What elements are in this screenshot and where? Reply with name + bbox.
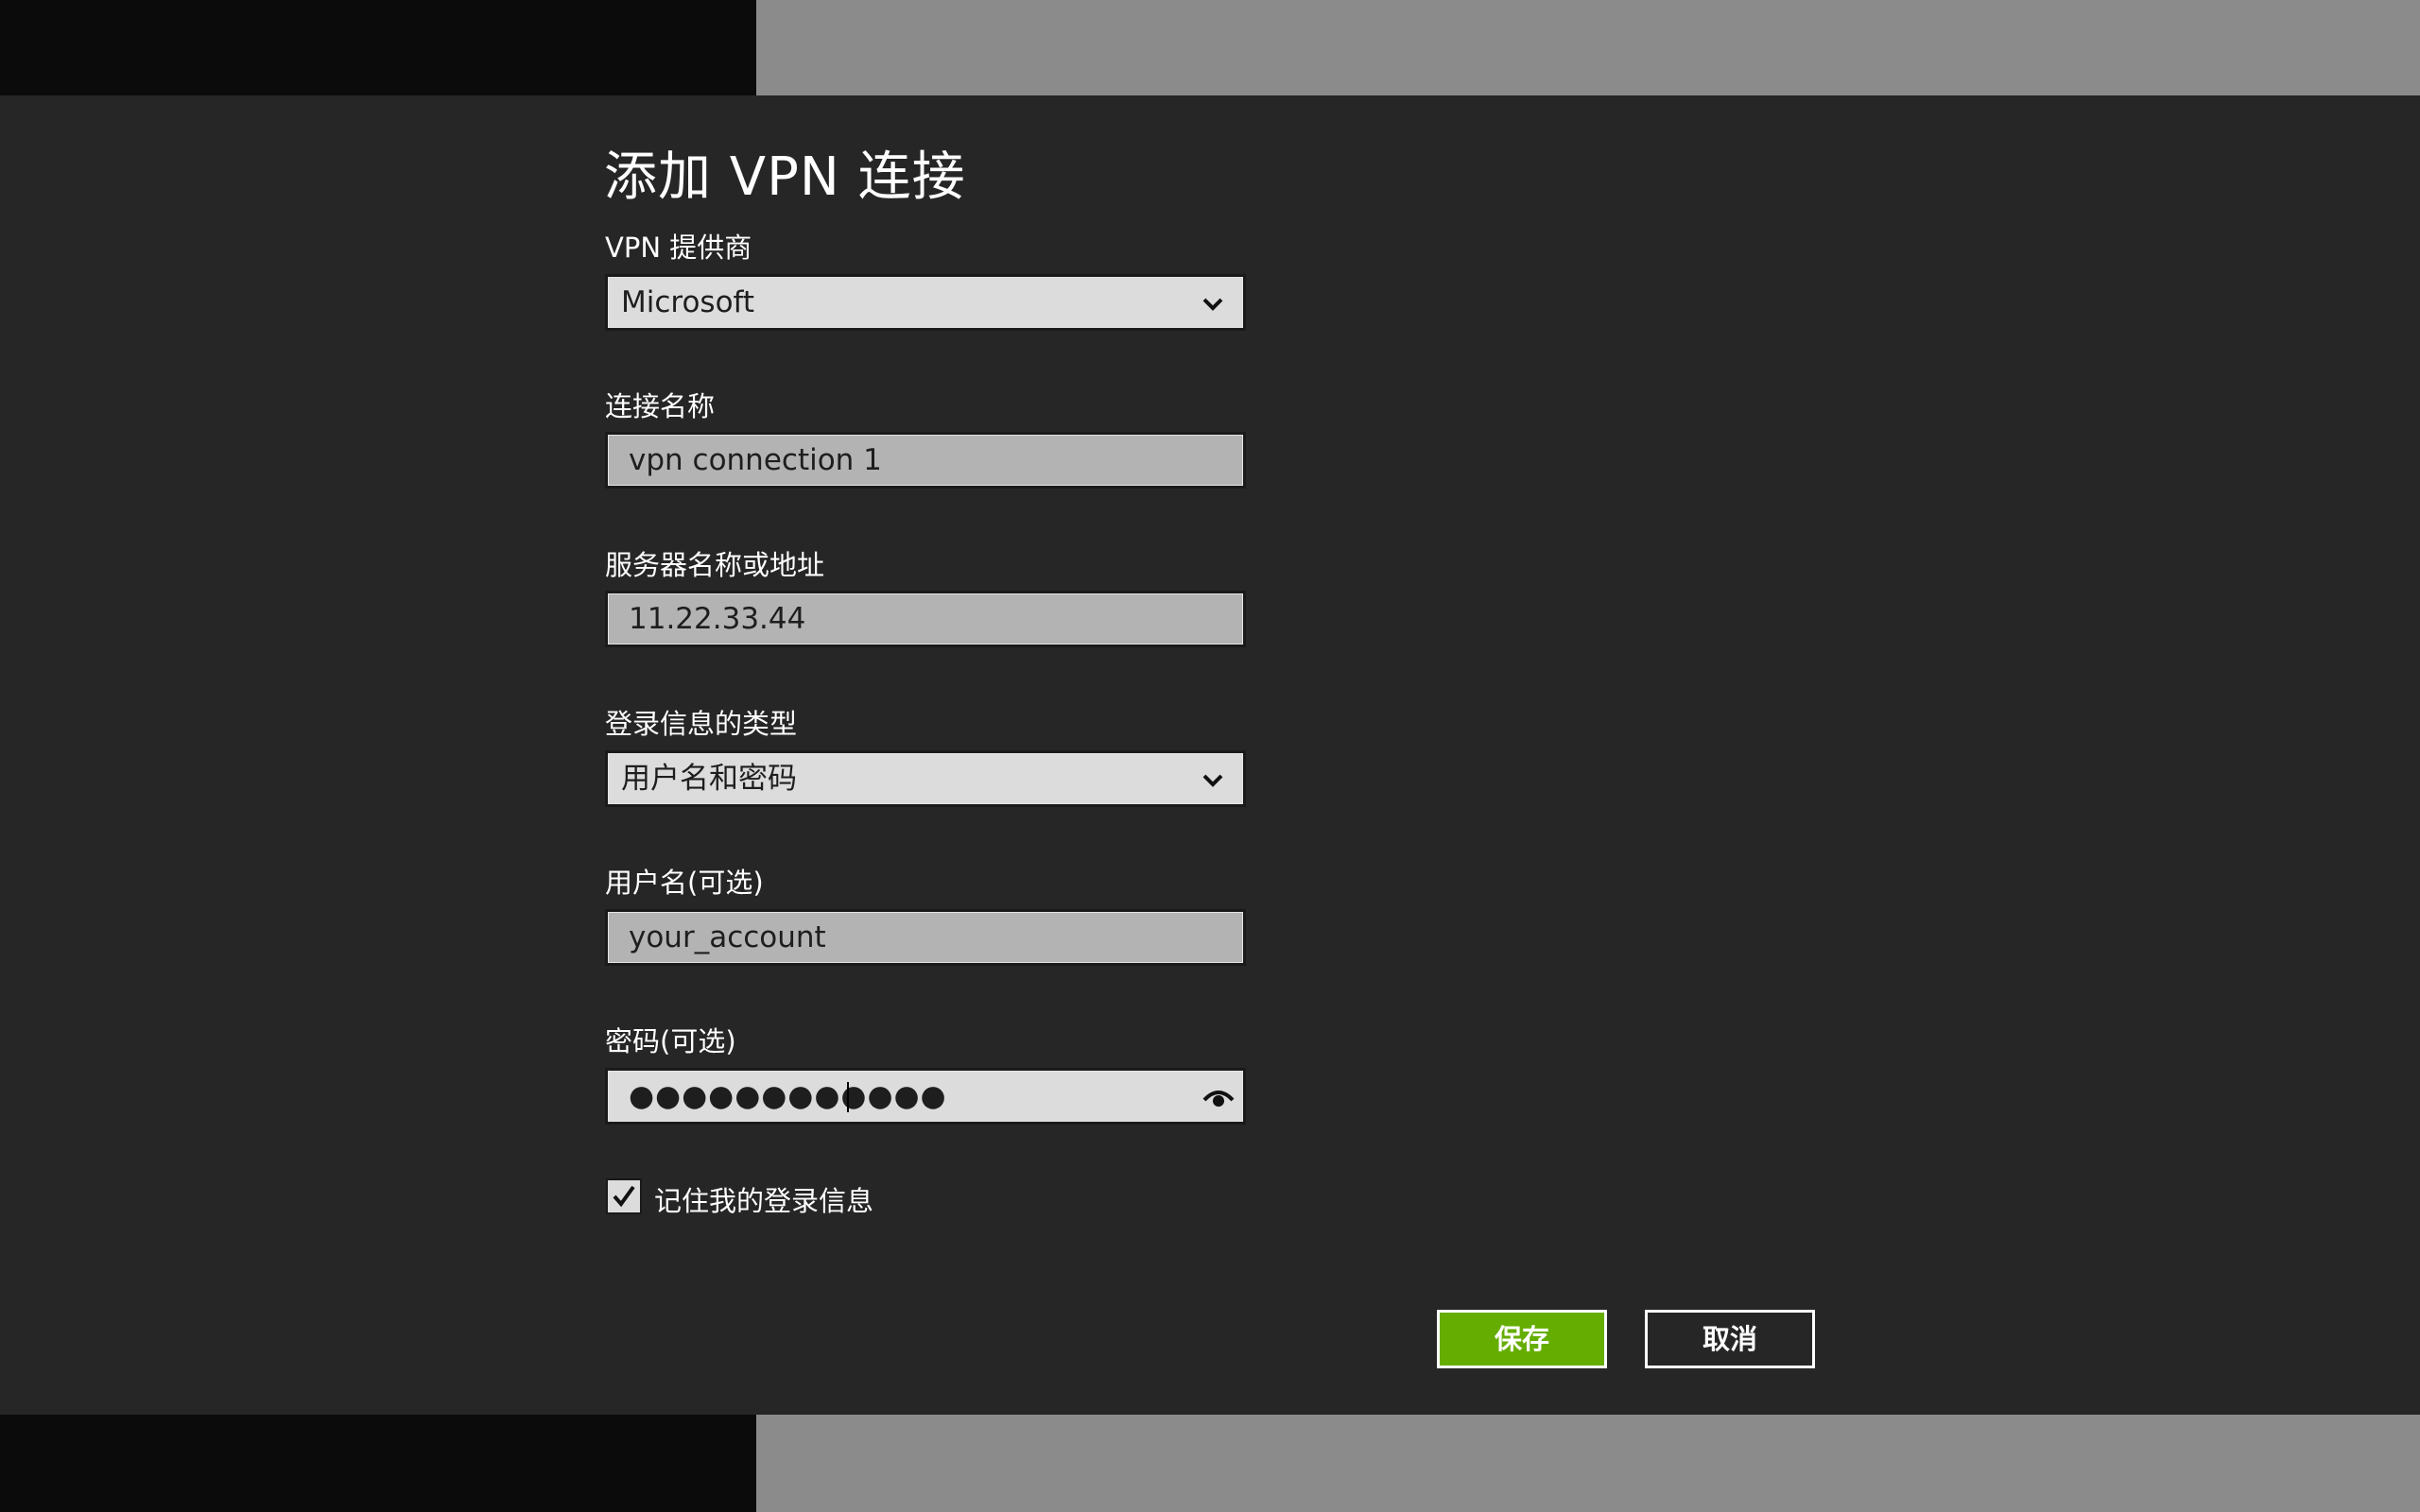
username-value: your_account (629, 920, 826, 954)
connection-name-label: 连接名称 (605, 390, 716, 422)
signin-type-select[interactable]: 用户名和密码 (605, 750, 1246, 807)
save-button[interactable]: 保存 (1437, 1310, 1607, 1368)
signin-type-value: 用户名和密码 (621, 762, 797, 796)
add-vpn-dialog: 添加 VPN 连接 VPN 提供商 Microsoft 连接名称 vpn con… (0, 95, 2420, 1415)
dialog-title: 添加 VPN 连接 (604, 146, 966, 208)
screen-bottom-left-band (0, 1415, 756, 1512)
signin-type-label: 登录信息的类型 (605, 708, 798, 740)
server-address-field[interactable]: 11.22.33.44 (605, 591, 1246, 647)
vpn-provider-value: Microsoft (621, 285, 755, 319)
password-field[interactable]: ●●●●●●●●●●●● (605, 1068, 1246, 1125)
remember-checkbox[interactable] (606, 1178, 642, 1214)
cancel-button[interactable]: 取消 (1645, 1310, 1815, 1368)
server-address-label: 服务器名称或地址 (605, 549, 825, 581)
screen-bottom-right-band (756, 1415, 2420, 1512)
username-field[interactable]: your_account (605, 909, 1246, 966)
vpn-provider-select[interactable]: Microsoft (605, 274, 1246, 331)
connection-name-value: vpn connection 1 (629, 443, 882, 477)
screen-top-right-band (756, 0, 2420, 95)
password-value: ●●●●●●●●●●●● (629, 1079, 947, 1113)
chevron-down-icon (1202, 774, 1223, 787)
username-label: 用户名(可选) (605, 867, 764, 899)
chevron-down-icon (1202, 298, 1223, 311)
connection-name-field[interactable]: vpn connection 1 (605, 432, 1246, 489)
eye-icon[interactable] (1201, 1083, 1236, 1111)
vpn-provider-label: VPN 提供商 (605, 232, 752, 264)
remember-label[interactable]: 记住我的登录信息 (654, 1179, 873, 1219)
text-caret (847, 1082, 849, 1112)
password-label: 密码(可选) (605, 1025, 736, 1057)
checkmark-icon (613, 1185, 635, 1208)
screen-top-left-band (0, 0, 756, 95)
server-address-value: 11.22.33.44 (629, 602, 806, 636)
